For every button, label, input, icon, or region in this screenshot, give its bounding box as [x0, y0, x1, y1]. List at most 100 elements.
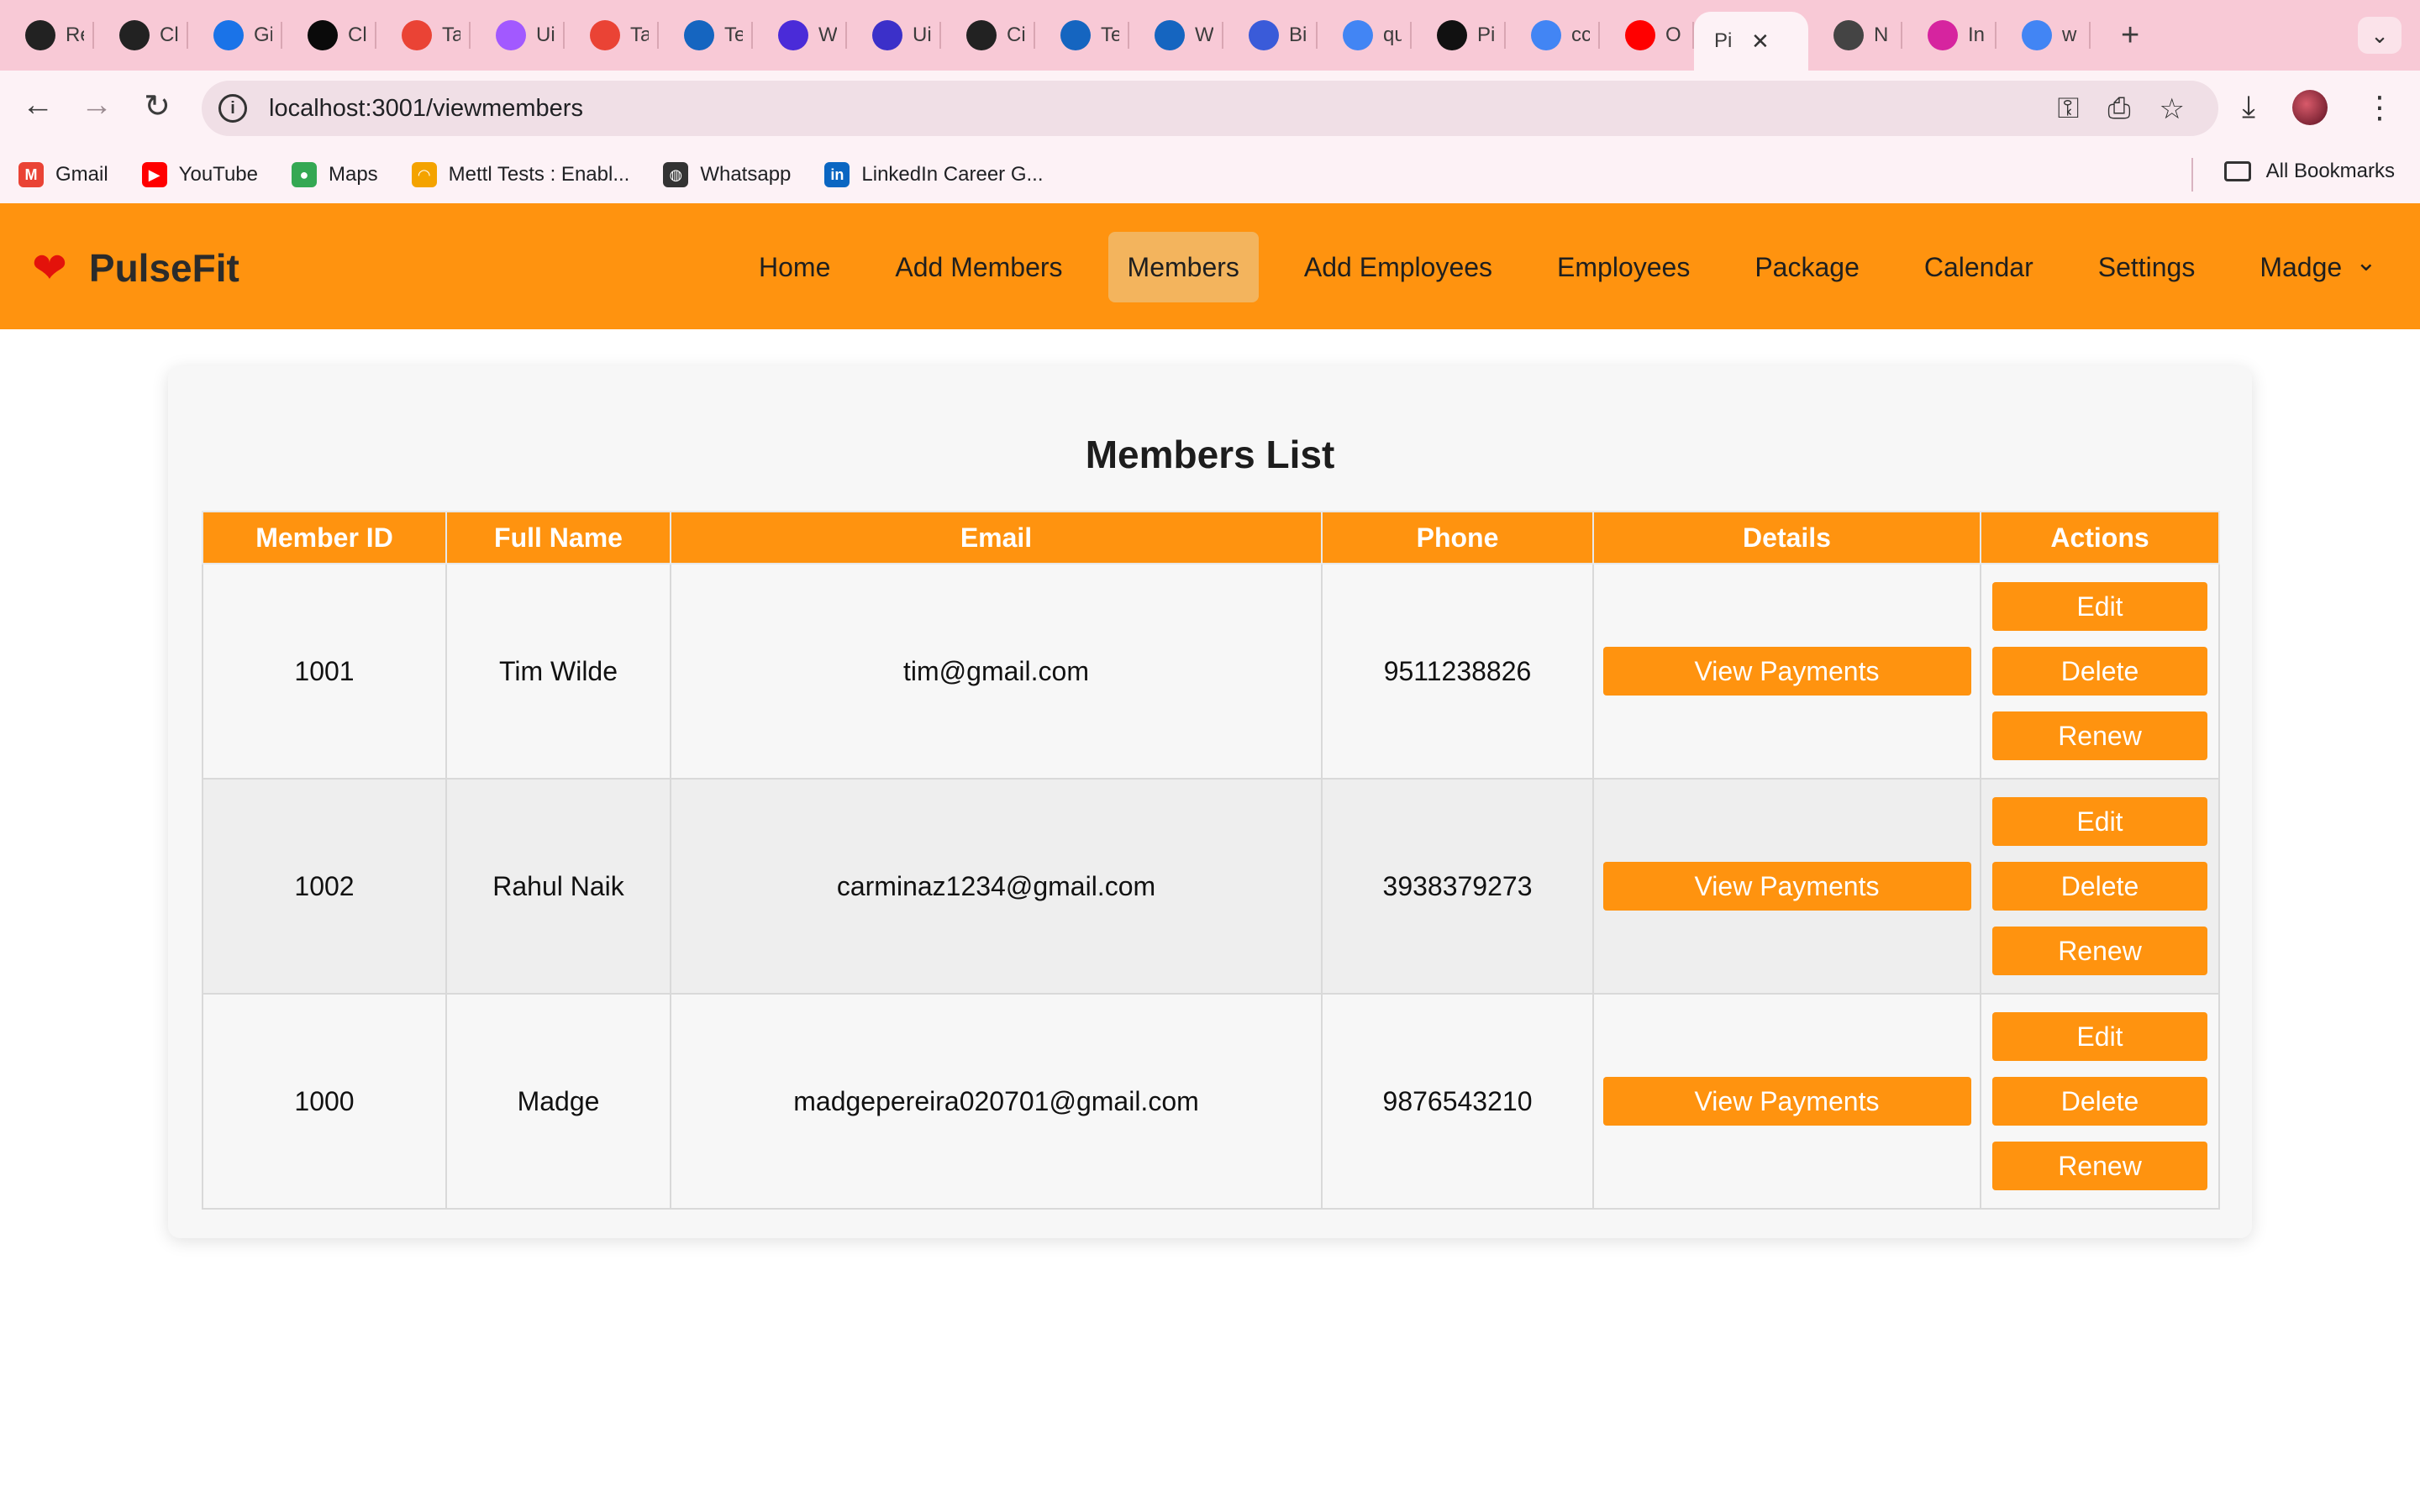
profile-avatar[interactable] [2292, 89, 2328, 125]
edit-button[interactable]: Edit [1992, 582, 2207, 631]
table-row: 1002 Rahul Naik carminaz1234@gmail.com 3938… [202, 778, 2220, 995]
site-info-icon[interactable]: i [218, 94, 247, 123]
edit-button[interactable]: Edit [1992, 1012, 2207, 1061]
view-payments-button[interactable]: View Payments [1602, 647, 1971, 696]
nav-employees[interactable]: Employees [1538, 232, 1709, 302]
browser-tab[interactable]: Ta [565, 0, 659, 71]
tab-title: W [818, 24, 837, 46]
browser-tab[interactable]: qu [1318, 0, 1412, 71]
delete-button[interactable]: Delete [1992, 862, 2207, 911]
bookmark-item[interactable]: ▶ YouTube [141, 162, 258, 187]
browser-tab[interactable]: cc [1506, 0, 1600, 71]
nav-add-members[interactable]: Add Members [876, 232, 1081, 302]
reload-icon: ↻ [144, 89, 171, 124]
bookmark-item[interactable]: M Gmail [18, 162, 108, 187]
member-id-cell: 1001 [202, 563, 447, 780]
tab-search-button[interactable]: ⌄ [2358, 17, 2402, 54]
bookmark-label: LinkedIn Career G... [861, 163, 1044, 186]
browser-tab[interactable]: W [753, 0, 847, 71]
leaf-icon [308, 20, 338, 50]
browser-tab[interactable]: Re [0, 0, 94, 71]
chrome-icon [1833, 20, 1864, 50]
all-bookmarks-label: All Bookmarks [2265, 160, 2395, 182]
bookmark-item[interactable]: ◠ Mettl Tests : Enabl... [411, 162, 629, 187]
email-cell: tim@gmail.com [670, 563, 1323, 780]
renew-button[interactable]: Renew [1992, 711, 2207, 760]
browser-tab[interactable]: Cl [94, 0, 188, 71]
nav-add-employees[interactable]: Add Employees [1285, 232, 1512, 302]
tab-title: Gi [254, 24, 272, 46]
app-icon [872, 20, 902, 50]
browser-tab-active[interactable]: Pi ✕ [1694, 12, 1808, 71]
youtube-icon: ▶ [141, 162, 167, 187]
browser-tab[interactable]: Gi [188, 0, 282, 71]
back-button[interactable]: ← [17, 87, 59, 123]
bookmark-label: Maps [328, 163, 378, 186]
browser-tab[interactable]: O [1600, 0, 1694, 71]
browser-tab[interactable]: Te [659, 0, 753, 71]
nav-user-menu[interactable]: Madge ⌄ [2240, 232, 2396, 302]
nav-links: Home Add Members Members Add Employees Emplo… [739, 232, 2396, 302]
bookmark-item[interactable]: ◍ Whatsapp [663, 162, 791, 187]
mettl-icon: ◠ [411, 162, 437, 187]
bookmark-star-icon[interactable]: ☆ [2160, 92, 2185, 126]
browser-tab[interactable]: Ui [847, 0, 941, 71]
renew-button[interactable]: Renew [1992, 927, 2207, 975]
calendar-icon [213, 20, 244, 50]
browser-tab[interactable]: Ta [376, 0, 471, 71]
all-bookmarks-button[interactable]: All Bookmarks [2223, 160, 2395, 183]
full-name-cell: Tim Wilde [445, 563, 671, 780]
browser-tab[interactable]: w [1996, 0, 2091, 71]
view-payments-button[interactable]: View Payments [1602, 862, 1971, 911]
actions-cell: Edit Delete Renew [1980, 778, 2220, 995]
details-cell: View Payments [1592, 778, 1981, 995]
browser-tab[interactable]: In [1902, 0, 1996, 71]
download-icon[interactable]: ⤓ [2242, 89, 2255, 125]
password-key-icon[interactable]: ⚿ [2057, 92, 2079, 126]
forward-button[interactable]: → [76, 87, 118, 123]
full-name-cell: Madge [445, 993, 671, 1210]
nav-members[interactable]: Members [1107, 232, 1259, 302]
browser-tab[interactable]: Pi [1412, 0, 1506, 71]
brand[interactable]: ❤ PulseFit [32, 245, 239, 291]
table-row: 1001 Tim Wilde tim@gmail.com 9511238826 View… [202, 563, 2220, 780]
more-menu-icon[interactable]: ⋮ [2365, 90, 2395, 125]
tab-title: Ta [442, 24, 460, 46]
member-id-cell: 1002 [202, 778, 447, 995]
bookmark-item[interactable]: ● Maps [291, 162, 378, 187]
nav-settings[interactable]: Settings [2079, 232, 2215, 302]
browser-tab[interactable]: N [1808, 0, 1902, 71]
delete-button[interactable]: Delete [1992, 647, 2207, 696]
browser-tab[interactable]: W [1129, 0, 1223, 71]
brand-name: PulseFit [88, 246, 239, 290]
reload-button[interactable]: ↻ [136, 87, 178, 125]
bookmark-item[interactable]: in LinkedIn Career G... [824, 162, 1044, 187]
browser-tab[interactable]: Bi [1223, 0, 1318, 71]
renew-button[interactable]: Renew [1992, 1142, 2207, 1190]
chevron-down-icon: ⌄ [2370, 22, 2389, 48]
tab-title: Ci [1007, 24, 1025, 46]
table-row: 1000 Madge madgepereira020701@gmail.com 987… [202, 993, 2220, 1210]
browser-tab[interactable]: Ci [941, 0, 1035, 71]
new-tab-button[interactable]: + [2121, 18, 2139, 54]
github-icon [1437, 20, 1467, 50]
browser-tab[interactable]: Cl [282, 0, 376, 71]
nav-home[interactable]: Home [739, 232, 850, 302]
browser-tab[interactable]: Ui [471, 0, 565, 71]
full-name-cell: Rahul Naik [445, 778, 671, 995]
install-app-icon[interactable]: ⎙ [2107, 92, 2130, 126]
delete-button[interactable]: Delete [1992, 1077, 2207, 1126]
address-bar[interactable]: i localhost:3001/viewmembers ⚿ ⎙ ☆ [202, 81, 2218, 136]
edit-button[interactable]: Edit [1992, 797, 2207, 846]
actions-cell: Edit Delete Renew [1980, 563, 2220, 780]
column-header: Actions [1980, 511, 2220, 564]
browser-tab[interactable]: Te [1035, 0, 1129, 71]
tab-title: Cl [348, 24, 366, 46]
details-cell: View Payments [1592, 563, 1981, 780]
nav-package[interactable]: Package [1735, 232, 1879, 302]
arrow-right-icon: → [81, 87, 113, 123]
url-text[interactable]: localhost:3001/viewmembers [269, 95, 583, 123]
view-payments-button[interactable]: View Payments [1602, 1077, 1971, 1126]
close-icon[interactable]: ✕ [1751, 29, 1770, 55]
nav-calendar[interactable]: Calendar [1905, 232, 2053, 302]
